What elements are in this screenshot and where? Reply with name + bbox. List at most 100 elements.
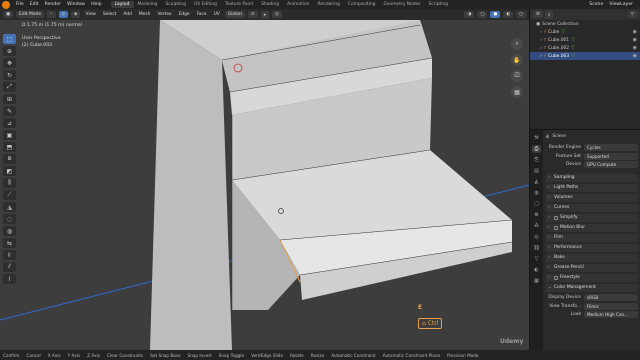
render-tab-icon[interactable]: ⎙ <box>532 145 541 153</box>
pivot-icon[interactable]: ⊙ <box>247 11 258 18</box>
outliner-editor-icon[interactable]: ☰ <box>533 11 543 18</box>
object-tab-icon[interactable]: ▢ <box>532 200 541 208</box>
scale-icon[interactable]: ⤢ <box>3 82 16 92</box>
tool-tab-icon[interactable]: ⚒ <box>532 134 541 142</box>
rendered-shading-icon[interactable]: ○ <box>516 11 526 18</box>
panel-color-management[interactable]: ⌄ Color Management <box>546 283 638 292</box>
texture-tab-icon[interactable]: ▦ <box>532 277 541 285</box>
rip-icon[interactable]: ⌇ <box>3 274 16 284</box>
edge-select-mode[interactable]: ◇ <box>58 11 69 18</box>
constraints-tab-icon[interactable]: ⛓ <box>532 244 541 252</box>
edge-slide-icon[interactable]: ⇆ <box>3 238 16 248</box>
bevel-icon[interactable]: ◩ <box>3 166 16 176</box>
visibility-eye-icon[interactable]: ◉ <box>633 37 637 43</box>
scene-selector[interactable]: Scene <box>586 2 606 7</box>
world-tab-icon[interactable]: ◍ <box>532 189 541 197</box>
menu-edge[interactable]: Edge <box>177 12 192 17</box>
scene-tab-icon[interactable]: ◭ <box>532 178 541 186</box>
tab-scripting[interactable]: Scripting <box>424 1 452 8</box>
zoom-icon[interactable]: ⌕ <box>511 38 523 50</box>
menu-edit[interactable]: Edit <box>27 2 42 7</box>
expand-chevron-icon[interactable]: › <box>540 46 542 51</box>
tab-uv-editing[interactable]: UV Editing <box>190 1 221 8</box>
panel-volumes[interactable]: › Volumes <box>546 193 638 202</box>
add-cube-icon[interactable]: ▣ <box>3 130 16 140</box>
data-tab-icon[interactable]: ▽ <box>532 255 541 263</box>
material-shading-icon[interactable]: ◐ <box>503 11 514 18</box>
panel-curves[interactable]: › Curves <box>546 203 638 212</box>
display-device-dropdown[interactable]: sRGB <box>584 294 638 302</box>
tab-texture-paint[interactable]: Texture Paint <box>221 1 257 8</box>
outliner-item-cube-002[interactable]: › ▿ Cube.002 ▽ ◉ <box>530 44 640 52</box>
expand-chevron-icon[interactable]: › <box>540 38 542 43</box>
knife-icon[interactable]: ⟋ <box>3 190 16 200</box>
shrink-fatten-icon[interactable]: ⇳ <box>3 250 16 260</box>
solid-shading-icon[interactable]: ● <box>490 11 501 18</box>
panel-bake[interactable]: › Bake <box>546 253 638 262</box>
transform-icon[interactable]: ⊞ <box>3 94 16 104</box>
panel-film[interactable]: › Film <box>546 233 638 242</box>
menu-select[interactable]: Select <box>101 12 119 17</box>
menu-mesh[interactable]: Mesh <box>137 12 153 17</box>
menu-file[interactable]: File <box>13 2 27 7</box>
outliner-item-cube[interactable]: › ▿ Cube ▽ ◉ <box>530 28 640 36</box>
grid-icon[interactable]: ▦ <box>511 86 523 98</box>
device-dropdown[interactable]: GPU Compute <box>584 161 638 169</box>
expand-chevron-icon[interactable]: › <box>540 54 542 59</box>
view-layer-selector[interactable]: ViewLayer <box>606 2 636 7</box>
move-icon[interactable]: ✥ <box>3 58 16 68</box>
render-engine-dropdown[interactable]: Cycles <box>584 144 638 152</box>
snap-icon[interactable]: ⌖ <box>260 10 269 19</box>
rotate-icon[interactable]: ↻ <box>3 70 16 80</box>
tab-rendering[interactable]: Rendering <box>313 1 343 8</box>
spin-icon[interactable]: ◌ <box>3 214 16 224</box>
physics-tab-icon[interactable]: ◎ <box>532 233 541 241</box>
particles-tab-icon[interactable]: ⁂ <box>532 222 541 230</box>
visibility-eye-icon[interactable]: ◉ <box>633 45 637 51</box>
outliner-filter-icon[interactable]: ▽ <box>627 11 637 18</box>
panel-grease-pencil[interactable]: › Grease Pencil <box>546 263 638 272</box>
cursor-icon[interactable]: ⊕ <box>3 46 16 56</box>
panel-sampling[interactable]: › Sampling <box>546 173 638 182</box>
modifier-tab-icon[interactable]: ⚙ <box>532 211 541 219</box>
overlays-icon[interactable]: ◑ <box>464 11 475 18</box>
blender-logo-icon[interactable] <box>2 0 10 9</box>
pan-hand-icon[interactable]: ✋ <box>511 54 523 66</box>
view-layer-tab-icon[interactable]: ▤ <box>532 167 541 175</box>
face-select-mode[interactable]: ◈ <box>71 11 81 18</box>
outliner-item-cube-003[interactable]: › ▿ Cube.003 ▽ ◉ <box>530 52 640 60</box>
tab-modeling[interactable]: Modeling <box>134 1 162 8</box>
tab-sculpting[interactable]: Sculpting <box>161 1 190 8</box>
tab-shading[interactable]: Shading <box>257 1 283 8</box>
tab-geometry-nodes[interactable]: Geometry Nodes <box>379 1 424 8</box>
panel-light-paths[interactable]: › Light Paths <box>546 183 638 192</box>
freestyle-checkbox[interactable] <box>554 275 558 280</box>
panel-performance[interactable]: › Performance <box>546 243 638 252</box>
panel-simplify[interactable]: › Simplify <box>546 213 638 222</box>
extrude-icon[interactable]: ⬒ <box>3 142 16 152</box>
annotate-icon[interactable]: ✎ <box>3 106 16 116</box>
scene-collection-row[interactable]: ▣ Scene Collection <box>530 20 640 28</box>
output-tab-icon[interactable]: ⎘ <box>532 156 541 164</box>
tab-layout[interactable]: Layout <box>110 1 134 8</box>
menu-window[interactable]: Window <box>64 2 88 7</box>
measure-icon[interactable]: ⊿ <box>3 118 16 128</box>
menu-add[interactable]: Add <box>121 12 134 17</box>
motion-blur-checkbox[interactable] <box>554 225 558 230</box>
menu-view[interactable]: View <box>83 12 97 17</box>
menu-vertex[interactable]: Vertex <box>155 12 173 17</box>
outliner-item-cube-001[interactable]: › ▿ Cube.001 ▽ ◉ <box>530 36 640 44</box>
view-transform-dropdown[interactable]: Filmic <box>584 302 638 310</box>
tab-compositing[interactable]: Compositing <box>344 1 380 8</box>
menu-help[interactable]: Help <box>88 2 104 7</box>
loop-cut-icon[interactable]: ⫼ <box>3 178 16 188</box>
select-box-icon[interactable]: ⬚ <box>3 34 16 44</box>
mode-selector[interactable]: Edit Mode <box>16 11 45 18</box>
menu-face[interactable]: Face <box>195 12 209 17</box>
simplify-checkbox[interactable] <box>554 215 558 220</box>
editor-type-button[interactable]: ▣ <box>3 11 14 18</box>
menu-render[interactable]: Render <box>42 2 64 7</box>
visibility-eye-icon[interactable]: ◉ <box>633 53 637 59</box>
panel-motion-blur[interactable]: › Motion Blur <box>546 223 638 232</box>
feature-set-dropdown[interactable]: Supported <box>584 152 638 160</box>
